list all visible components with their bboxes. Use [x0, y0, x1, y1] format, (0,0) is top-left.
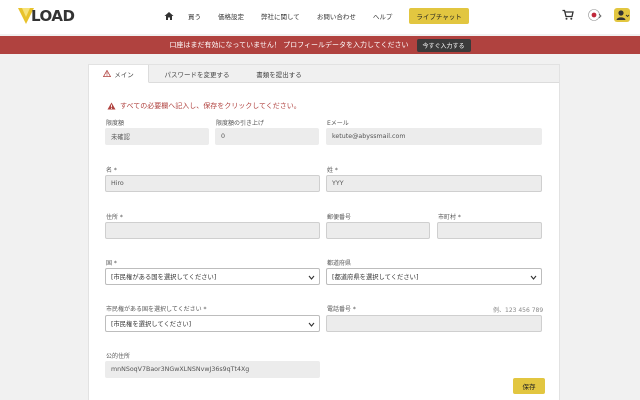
cart-icon[interactable] [562, 9, 574, 21]
user-menu-button[interactable] [614, 8, 630, 22]
limit-field: 未確認 [105, 128, 209, 145]
citizenship-select[interactable]: [市民権を選択してください] [105, 315, 320, 332]
last-name-value: YYY [332, 180, 344, 187]
address-label: 住所 * [106, 214, 123, 221]
phone-label: 電話番号 * [327, 306, 356, 313]
email-field: ketute@abyssmail.com [326, 128, 542, 145]
email-value: ketute@abyssmail.com [332, 133, 406, 140]
required-fields-warning: すべての必要欄へ記入し、保存をクリックしてください。 [107, 101, 301, 111]
home-icon[interactable] [164, 11, 174, 21]
first-name-label: 名 * [106, 167, 117, 174]
nav-pricing[interactable]: 価格設定 [218, 11, 244, 21]
address-input[interactable] [105, 222, 320, 239]
prefecture-select[interactable]: [都道府県を選択してください] [326, 268, 542, 285]
logo-v-inner [22, 8, 30, 17]
prefecture-value: [都道府県を選択してください] [332, 274, 419, 281]
city-label: 市町村 * [438, 214, 461, 221]
first-name-input[interactable]: Hiro [105, 175, 320, 192]
phone-example: 例、123 456 789 [493, 307, 544, 314]
limit-label: 限度額 [106, 120, 125, 127]
limit-raise-label: 限度額の引き上げ [216, 120, 265, 127]
tab-submit-documents[interactable]: 書類を提出する [245, 65, 313, 83]
country-value: [市民権がある国を選択してください] [111, 274, 217, 281]
prefecture-label: 都道府県 [327, 260, 352, 267]
postcode-label: 郵便番号 [327, 214, 352, 221]
chevron-down-icon [308, 322, 315, 327]
citizenship-value: [市民権を選択してください] [111, 321, 192, 328]
city-input[interactable] [437, 222, 542, 239]
nav-about[interactable]: 弊社に関して [261, 11, 300, 21]
email-label: Eメール [327, 120, 349, 127]
user-icon [616, 10, 630, 20]
last-name-input[interactable]: YYY [326, 175, 542, 192]
profile-card: メイン パスワードを変更する 書類を提出する すべての必要欄へ記入し、保存をクリ… [88, 64, 560, 400]
last-name-label: 姓 * [327, 167, 338, 174]
fill-now-button[interactable]: 今すぐ入力する [416, 38, 471, 52]
country-label: 国 * [106, 260, 117, 267]
warning-icon [107, 102, 116, 110]
tab-change-password-label: パスワードを変更する [164, 71, 230, 79]
limit-raise-field: 0 [215, 128, 319, 145]
tab-main-label: メイン [114, 70, 134, 79]
wallet-address-field: mnNSoqV7Baor3NGwXLNSNvwJ36s9qTt4Xg [105, 361, 320, 378]
tab-main[interactable]: メイン [89, 65, 149, 83]
first-name-value: Hiro [111, 180, 124, 187]
language-flag-icon[interactable] [588, 9, 602, 21]
phone-input[interactable] [326, 315, 542, 332]
nav-contact[interactable]: お問い合わせ [317, 11, 356, 21]
save-button[interactable]: 保存 [513, 378, 545, 394]
live-chat-button[interactable]: ライブチャット [409, 8, 469, 24]
warning-icon [103, 70, 112, 77]
tab-change-password[interactable]: パスワードを変更する [151, 65, 243, 83]
logo[interactable]: LOAD [18, 6, 75, 26]
country-select[interactable]: [市民権がある国を選択してください] [105, 268, 320, 285]
warning-text: すべての必要欄へ記入し、保存をクリックしてください。 [120, 102, 301, 110]
limit-value: 未確認 [111, 134, 130, 141]
alert-text: 口座はまだ有効になっていません！ プロフィールデータを入力してください [169, 41, 409, 49]
nav-buy[interactable]: 買う [188, 11, 201, 21]
nav-help[interactable]: ヘルプ [373, 11, 393, 21]
profile-tabs: メイン パスワードを変更する 書類を提出する [89, 65, 559, 83]
citizenship-label: 市民権がある国を選択してください * [106, 306, 207, 313]
logo-text: LOAD [31, 7, 75, 25]
account-inactive-alert: 口座はまだ有効になっていません！ プロフィールデータを入力してください 今すぐ入… [0, 36, 640, 54]
tab-submit-documents-label: 書類を提出する [256, 71, 302, 79]
limit-raise-value: 0 [221, 133, 226, 140]
main-nav: 買う 価格設定 弊社に関して お問い合わせ ヘルプ ライブチャット [164, 8, 469, 24]
chevron-down-icon [308, 275, 315, 280]
chevron-down-icon [530, 275, 537, 280]
postcode-input[interactable] [326, 222, 430, 239]
wallet-address-label: 公的住所 [106, 353, 131, 360]
wallet-address-value: mnNSoqV7Baor3NGwXLNSNvwJ36s9qTt4Xg [111, 366, 250, 373]
top-bar: LOAD 買う 価格設定 弊社に関して お問い合わせ ヘルプ ライブチャット [0, 0, 640, 34]
